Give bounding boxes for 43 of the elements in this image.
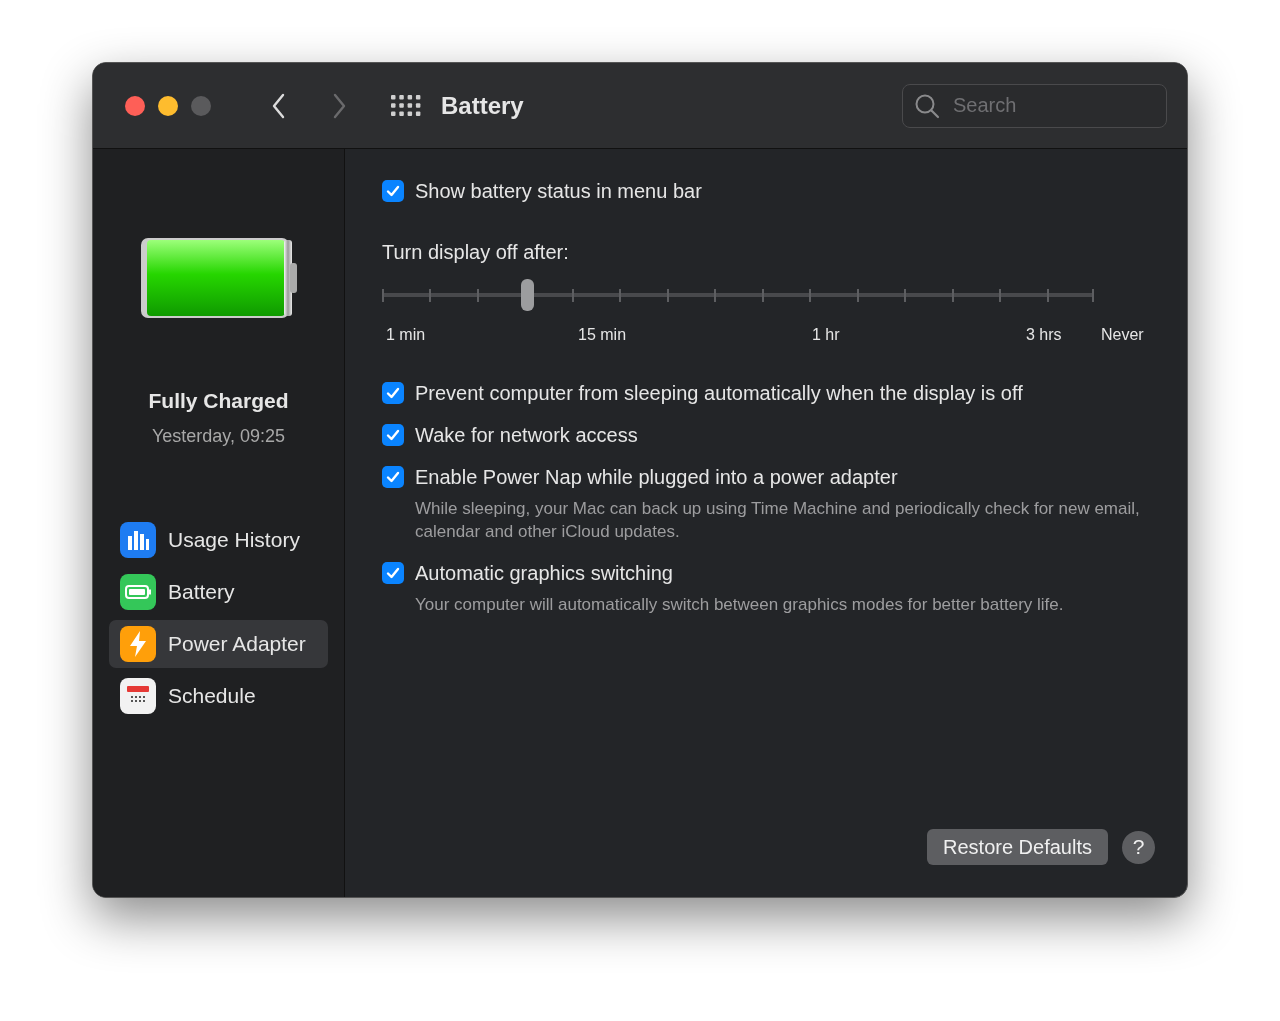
help-button[interactable]: ?: [1122, 830, 1155, 864]
sidebar-item[interactable]: Power Adapter: [109, 619, 328, 668]
checkbox[interactable]: [382, 466, 404, 488]
sidebar-item[interactable]: Usage History: [109, 515, 328, 564]
option-label: Show battery status in menu bar: [415, 179, 702, 203]
option-label: Enable Power Nap while plugged into a power adapter: [415, 465, 899, 489]
checkmark-icon: [386, 386, 400, 400]
option-label: Prevent computer from sleeping automatically when the display is off: [415, 381, 1023, 405]
sidebar-item[interactable]: Battery: [109, 567, 328, 616]
slider-tick-label: 1 hr: [812, 325, 840, 345]
checkmark-icon: [386, 566, 400, 580]
restore-defaults-button[interactable]: Restore Defaults: [927, 829, 1108, 865]
battery-icon: [120, 573, 156, 610]
slider-tick-label: 3 hrs: [1026, 325, 1062, 345]
option-description: While sleeping, your Mac can back up using Time Machine and periodically check for new email, calendar and other iCloud updates.: [415, 498, 1141, 543]
lightning-icon: [120, 625, 156, 662]
calendar-icon: [120, 677, 156, 714]
checkbox[interactable]: [382, 382, 404, 404]
slider-thumb[interactable]: [521, 279, 535, 311]
checkbox[interactable]: [382, 424, 404, 446]
checkbox[interactable]: [382, 562, 404, 584]
option-label: Automatic graphics switching: [415, 561, 674, 585]
window-title: Battery: [441, 90, 524, 121]
checkbox[interactable]: [382, 180, 404, 202]
charged-time: Yesterday, 09:25: [151, 424, 286, 448]
checkmark-icon: [386, 428, 400, 442]
slider-label: Turn display off after:: [382, 240, 570, 265]
bar-chart-icon: [120, 521, 156, 558]
search-field[interactable]: Search: [902, 83, 1167, 128]
back-icon[interactable]: [271, 92, 287, 119]
checkmark-icon: [386, 470, 400, 484]
checkmark-icon: [386, 184, 400, 198]
sidebar-item[interactable]: Schedule: [109, 671, 328, 720]
option-label: Wake for network access: [415, 423, 638, 447]
slider-tick-label: 15 min: [578, 325, 627, 345]
minimize-button[interactable]: [158, 95, 178, 116]
option-description: Your computer will automatically switch between graphics modes for better battery life.: [415, 594, 1064, 616]
slider-tick-label: 1 min: [386, 325, 426, 345]
slider-tick-label: Never: [1101, 325, 1144, 345]
battery-full-icon: [139, 237, 298, 319]
grid-icon[interactable]: [391, 94, 421, 117]
close-button[interactable]: [125, 95, 145, 116]
battery-status: Fully Charged: [148, 388, 289, 414]
